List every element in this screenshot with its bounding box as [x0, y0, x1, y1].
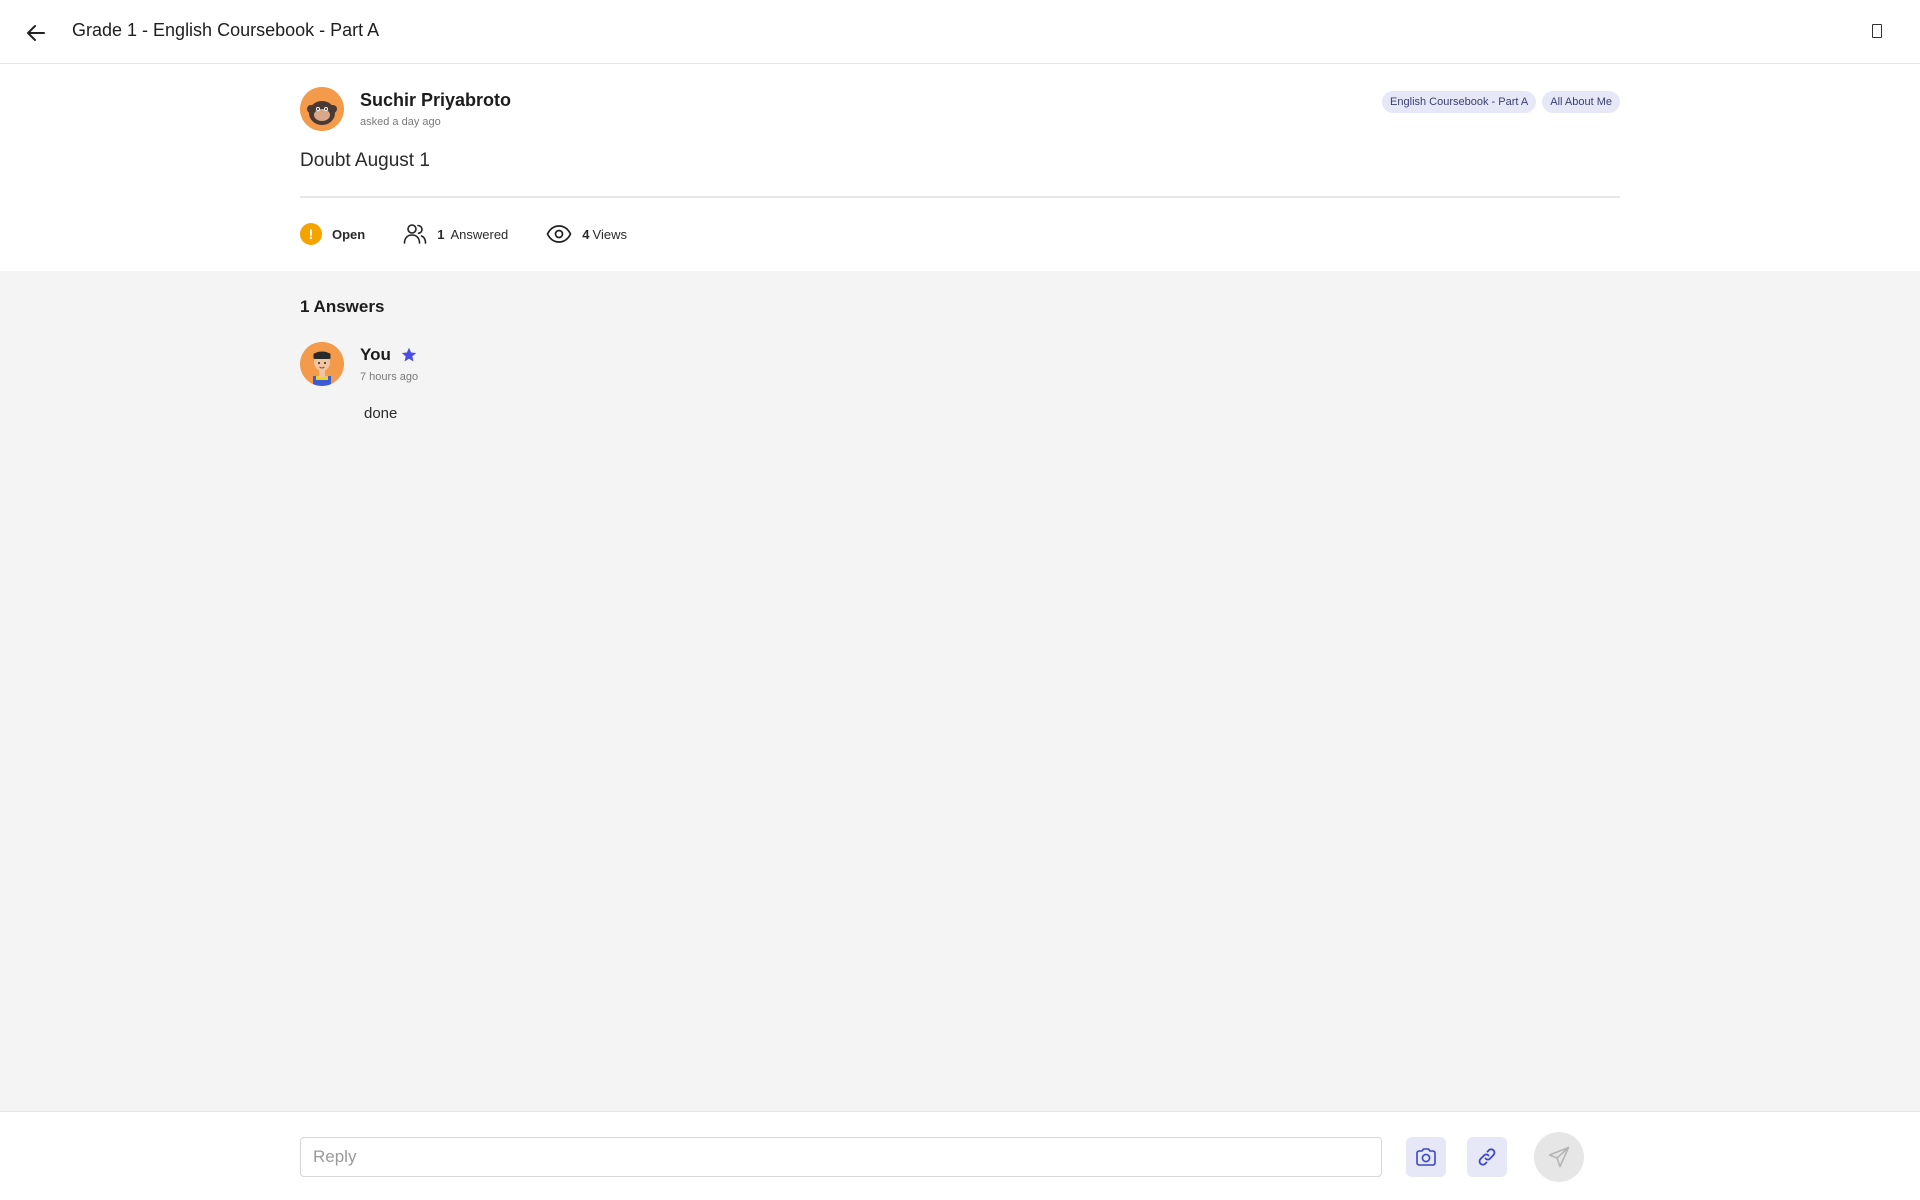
answer-avatar: [300, 342, 344, 386]
question-title: Doubt August 1: [300, 150, 430, 171]
eye-icon: [546, 225, 572, 243]
page-title: Grade 1 - English Coursebook - Part A: [72, 20, 380, 40]
question-author-name: Suchir Priyabroto: [360, 90, 512, 110]
question-asked-time: asked a day ago: [360, 116, 441, 128]
answer-author-name: You: [360, 345, 391, 364]
views-label: Views: [592, 226, 627, 242]
boy-avatar-icon: [300, 342, 344, 386]
monkey-avatar-icon: [300, 87, 344, 131]
tag-chapter[interactable]: All About Me: [1542, 91, 1620, 113]
author-avatar: [300, 87, 344, 131]
answer-body: done: [364, 405, 398, 422]
camera-icon: [1416, 1148, 1436, 1166]
status-label: Open: [332, 226, 366, 242]
question-stats: ! Open 1 Answered 4 Views: [300, 221, 665, 247]
question-tags: English Coursebook - Part A All About Me: [1382, 91, 1620, 113]
answered-stat: 1 Answered: [403, 223, 508, 245]
status-stat: ! Open: [300, 223, 365, 245]
send-icon: [1548, 1146, 1570, 1168]
answer-time: 7 hours ago: [360, 371, 419, 383]
reply-bar: [0, 1111, 1920, 1200]
answers-heading: 1 Answers: [300, 297, 385, 316]
tag-coursebook[interactable]: English Coursebook - Part A: [1382, 91, 1537, 113]
star-icon: [401, 347, 417, 363]
alert-icon: !: [300, 223, 322, 245]
link-icon: [1478, 1148, 1496, 1166]
square-outline-icon[interactable]: [1872, 24, 1882, 38]
reply-input[interactable]: [300, 1137, 1382, 1177]
answered-count: 1: [437, 226, 445, 242]
views-stat: 4 Views: [546, 224, 627, 244]
arrow-left-icon: [27, 25, 45, 41]
question-card: Suchir Priyabroto asked a day ago Englis…: [0, 64, 1920, 271]
views-count: 4: [582, 226, 590, 242]
divider: [300, 196, 1620, 198]
camera-button[interactable]: [1406, 1137, 1446, 1177]
send-button[interactable]: [1534, 1132, 1584, 1182]
top-bar: Grade 1 - English Coursebook - Part A: [0, 0, 1920, 64]
back-button[interactable]: [22, 19, 50, 47]
link-button[interactable]: [1467, 1137, 1507, 1177]
answer-author: You: [360, 345, 417, 365]
answered-label: Answered: [450, 226, 509, 242]
users-icon: [403, 224, 427, 244]
